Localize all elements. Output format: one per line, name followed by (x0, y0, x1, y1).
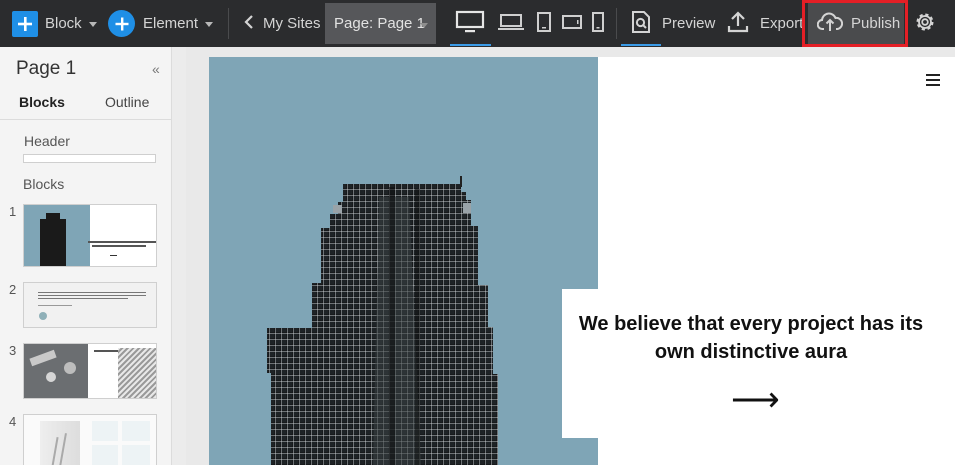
element-label: Element (143, 15, 199, 32)
tablet-landscape-view-button[interactable] (561, 0, 583, 47)
settings-button[interactable] (913, 0, 937, 47)
block-number: 1 (9, 204, 17, 219)
building-illustration (267, 176, 498, 465)
collapse-panel-icon[interactable]: « (152, 61, 160, 77)
my-sites-button[interactable]: My Sites (243, 0, 321, 47)
header-section-label: Header (24, 133, 70, 149)
hero-quote: We believe that every project has its ow… (578, 313, 924, 363)
block-thumbnail-4[interactable] (23, 414, 157, 465)
upload-icon (727, 10, 749, 38)
add-element-button[interactable]: Element (108, 0, 214, 47)
laptop-view-button[interactable] (497, 0, 525, 47)
publish-highlight (802, 0, 908, 47)
arrow-right-icon[interactable]: ⟶ (731, 383, 780, 417)
desktop-view-button[interactable] (455, 0, 485, 47)
panel-title: Page 1 (16, 58, 77, 79)
blocks-section-label: Blocks (23, 176, 65, 192)
top-toolbar: Block Element My Sites Page: Page 1 Prev… (0, 0, 955, 47)
export-label: Export (760, 15, 804, 32)
chevron-down-icon (420, 23, 428, 28)
left-panel: Page 1 « Blocks Outline Header Blocks 1 … (0, 47, 172, 465)
export-button[interactable]: Export (727, 0, 803, 47)
tab-blocks[interactable]: Blocks (19, 94, 65, 110)
preview-button[interactable]: Preview (631, 0, 715, 47)
preview-icon (631, 10, 651, 38)
block-number: 2 (9, 282, 17, 297)
block-number: 4 (9, 414, 17, 429)
preview-indicator (621, 44, 661, 46)
tabs-divider (0, 119, 172, 120)
gear-icon (913, 10, 937, 38)
add-block-button[interactable]: Block (12, 0, 97, 47)
hamburger-menu-icon[interactable] (926, 74, 940, 89)
block-thumbnail-2[interactable] (23, 282, 157, 328)
block-number: 3 (9, 343, 17, 358)
my-sites-label: My Sites (263, 15, 321, 32)
active-device-indicator (450, 44, 491, 46)
plus-icon (12, 10, 38, 37)
chevron-down-icon (88, 22, 97, 27)
page-select-label: Page: Page 1 (334, 15, 425, 32)
tab-outline[interactable]: Outline (105, 94, 149, 110)
tablet-landscape-icon (561, 14, 583, 34)
page-select[interactable]: Page: Page 1 (325, 3, 436, 44)
hero-image (209, 57, 598, 465)
chevron-left-icon (243, 14, 255, 34)
preview-label: Preview (662, 15, 716, 32)
mobile-view-button[interactable] (591, 0, 605, 47)
desktop-icon (455, 10, 485, 38)
toolbar-divider (616, 8, 617, 39)
panel-scrollbar[interactable] (172, 47, 186, 465)
laptop-icon (497, 12, 525, 36)
mobile-icon (591, 11, 605, 37)
chevron-down-icon (205, 22, 214, 27)
block-thumbnail-3[interactable] (23, 343, 157, 399)
tablet-icon (536, 11, 552, 37)
tablet-view-button[interactable] (536, 0, 552, 47)
block-thumbnail-1[interactable] (23, 204, 157, 267)
plus-circle-icon (108, 10, 135, 37)
toolbar-divider (228, 8, 229, 39)
header-block-thumbnail[interactable] (23, 154, 156, 163)
block-label: Block (45, 15, 82, 32)
